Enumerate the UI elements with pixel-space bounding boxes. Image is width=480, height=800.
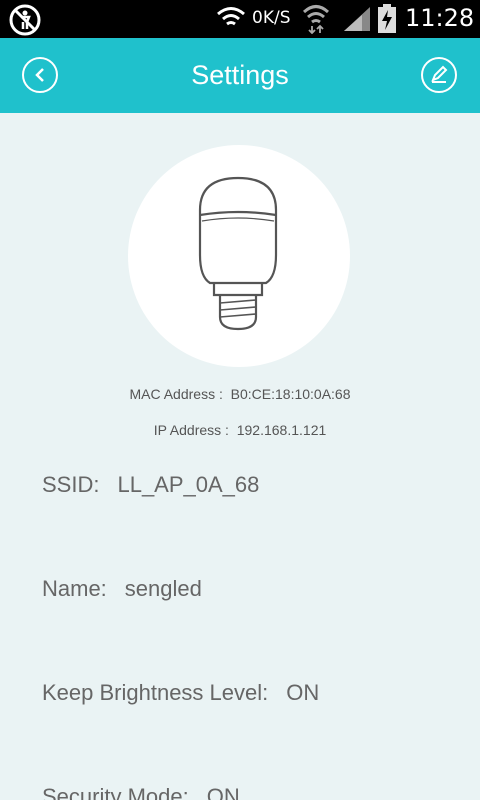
page-title: Settings <box>191 60 289 90</box>
ssid-row[interactable]: SSID: LL_AP_0A_68 <box>42 472 259 498</box>
keep-brightness-value: ON <box>286 680 320 705</box>
device-image <box>128 145 350 367</box>
ssid-value: LL_AP_0A_68 <box>117 472 260 497</box>
keep-brightness-row[interactable]: Keep Brightness Level: ON <box>42 680 319 706</box>
accessibility-icon <box>9 4 41 36</box>
mac-address-label: MAC Address : <box>129 386 223 402</box>
ssid-label: SSID: <box>42 472 100 497</box>
net-speed-text: 0K/S <box>252 8 291 28</box>
keep-brightness-label: Keep Brightness Level: <box>42 680 269 705</box>
name-row[interactable]: Name: sengled <box>42 576 202 602</box>
edit-button[interactable] <box>421 57 457 93</box>
wifi-data-icon <box>302 5 330 34</box>
battery-charging-icon <box>378 4 396 33</box>
name-label: Name: <box>42 576 107 601</box>
name-value: sengled <box>124 576 202 601</box>
mac-address-line: MAC Address : B0:CE:18:10:0A:68 <box>0 386 480 402</box>
security-mode-value: ON <box>206 784 240 800</box>
security-mode-row[interactable]: Security Mode: ON <box>42 784 240 800</box>
ip-address-line: IP Address : 192.168.1.121 <box>0 422 480 438</box>
status-bar: 0K/S 11:28 <box>0 0 480 38</box>
pencil-icon <box>431 65 448 83</box>
security-mode-label: Security Mode: <box>42 784 189 800</box>
cell-signal-icon <box>344 7 370 31</box>
light-bulb-icon <box>198 176 278 331</box>
ip-address-value: 192.168.1.121 <box>236 422 327 438</box>
app-header: Settings <box>0 38 480 113</box>
mac-address-value: B0:CE:18:10:0A:68 <box>230 386 351 402</box>
wifi-icon <box>217 7 245 26</box>
clock-text: 11:28 <box>405 4 475 32</box>
ip-address-label: IP Address : <box>153 422 229 438</box>
